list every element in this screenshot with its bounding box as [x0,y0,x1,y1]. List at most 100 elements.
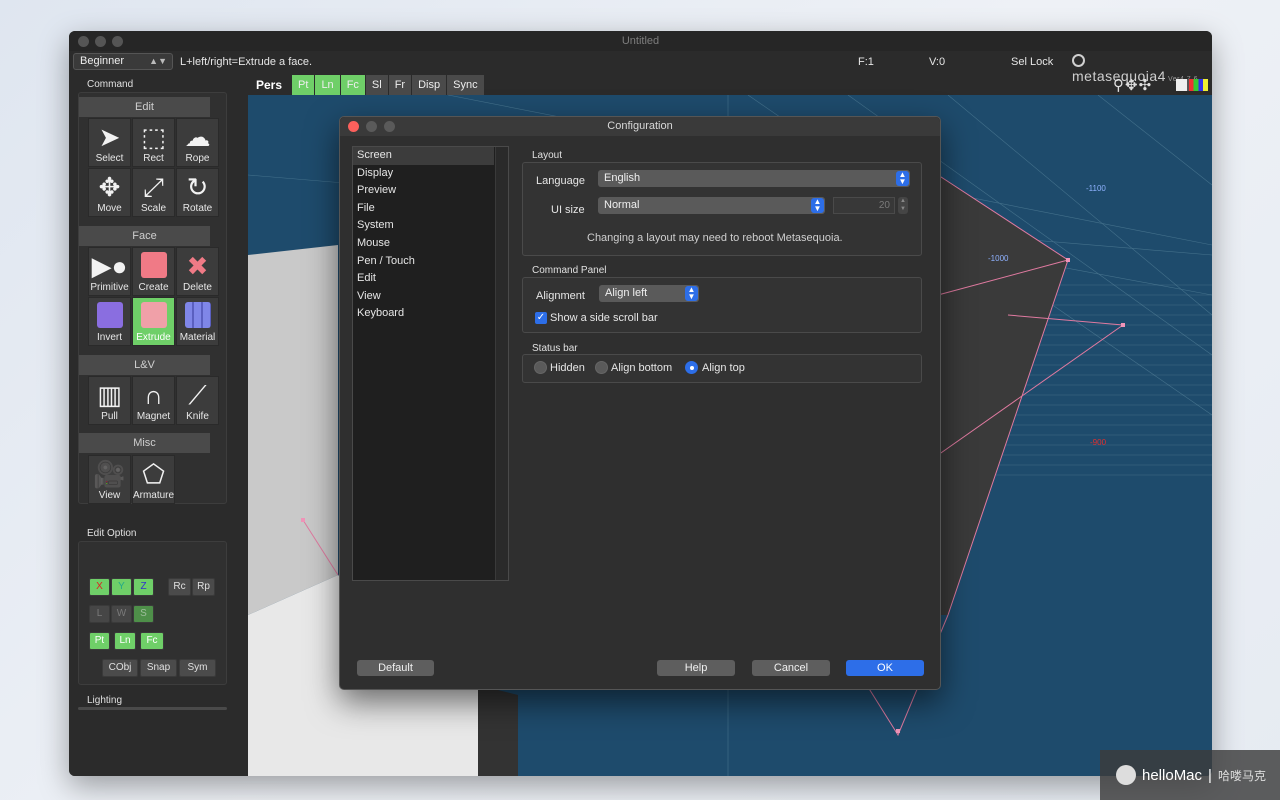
axis-y-toggle[interactable]: Y [111,578,132,596]
mode-select[interactable]: Beginner ▲▼ [73,53,173,70]
zoom-icon[interactable]: ⚲ [1113,77,1125,94]
create-face-icon [140,252,167,278]
ok-button[interactable]: OK [846,660,924,676]
tool-magnet[interactable]: ∩ Magnet [132,376,175,425]
minimize-window-button[interactable] [95,36,106,47]
tool-scale[interactable]: ⤢ Scale [132,168,175,217]
ui-size-number-field[interactable]: 20 [833,197,895,214]
tab-point[interactable]: Pt [292,75,315,95]
help-button[interactable]: Help [657,660,735,676]
side-scrollbar-checkbox[interactable]: ✓ [535,312,547,324]
tool-extrude[interactable]: Extrude [132,297,175,346]
dialog-close-button[interactable] [348,121,359,132]
tool-move[interactable]: ✥ Move [88,168,131,217]
view-tabs: Pers Pt Ln Fc Sl Fr Disp Sync [248,75,484,95]
vertex-count: V:0 [929,56,946,68]
tab-fr[interactable]: Fr [388,75,412,95]
tool-armature[interactable]: ⬠ Armature [132,455,175,504]
local-toggle[interactable]: L [89,605,110,623]
tool-material[interactable]: Material [176,297,219,346]
display-color-icon[interactable] [1176,79,1208,91]
tool-rect[interactable]: ⬚ Rect [132,118,175,167]
tab-line[interactable]: Ln [315,75,340,95]
rp-toggle[interactable]: Rp [192,578,215,596]
magnet-icon: ∩ [144,380,163,410]
grid-label-1100: -1100 [1086,184,1106,193]
face-toggle[interactable]: Fc [140,632,164,650]
default-button[interactable]: Default [357,660,434,676]
axis-x-toggle[interactable]: X [89,578,110,596]
category-list: Screen Display Preview File System Mouse… [352,146,509,581]
screen-toggle[interactable]: S [133,605,154,623]
tool-pull[interactable]: ▥ Pull [88,376,131,425]
camera-icon: 🎥 [93,459,126,489]
perspective-label[interactable]: Pers [256,78,282,92]
lighting-divider [78,707,227,710]
lighting-label[interactable]: Lighting [87,695,122,706]
dialog-title: Configuration [607,120,673,132]
language-select[interactable]: English ▲ ▼ [598,170,910,187]
dialog-titlebar: Configuration [340,117,940,136]
category-pen-touch[interactable]: Pen / Touch [353,253,508,271]
ui-size-label: UI size [551,204,585,216]
point-toggle[interactable]: Pt [89,632,110,650]
status-align-top-radio[interactable] [685,361,698,374]
command-panel: Command Edit ➤ Select ⬚ Rect ☁ Rope ✥ Move ⤢… [69,75,234,776]
zoom-window-button[interactable] [112,36,123,47]
category-screen[interactable]: Screen [353,147,494,165]
tool-rope[interactable]: ☁ Rope [176,118,219,167]
dialog-minimize-button[interactable] [366,121,377,132]
tool-invert[interactable]: Invert [88,297,131,346]
dialog-zoom-button[interactable] [384,121,395,132]
status-align-bottom-radio[interactable] [595,361,608,374]
tool-label: Magnet [136,411,171,422]
tool-label: Delete [183,282,212,293]
tool-select[interactable]: ➤ Select [88,118,131,167]
category-mouse[interactable]: Mouse [353,235,508,253]
tool-rotate[interactable]: ↻ Rotate [176,168,219,217]
ui-size-stepper[interactable]: ▲ ▼ [898,197,908,214]
tab-sl[interactable]: Sl [365,75,388,95]
rc-toggle[interactable]: Rc [168,578,191,596]
sym-toggle[interactable]: Sym [179,659,216,677]
category-system[interactable]: System [353,217,508,235]
category-scrollbar[interactable] [495,147,508,580]
pan-icon[interactable]: ✥ [1125,77,1139,94]
tab-disp[interactable]: Disp [412,75,447,95]
command-panel-section-label: Command Panel [532,265,607,276]
alignment-value: Align left [605,287,648,299]
tool-label: View [98,490,121,501]
cancel-button[interactable]: Cancel [752,660,830,676]
group-title-edit: Edit [79,97,210,117]
tab-sync[interactable]: Sync [447,75,484,95]
category-file[interactable]: File [353,200,508,218]
status-hidden-radio[interactable] [534,361,547,374]
tool-label: Armature [132,490,175,501]
sel-lock-button[interactable]: Sel Lock [1011,56,1053,68]
world-toggle[interactable]: W [111,605,132,623]
rotate-view-icon[interactable]: ✣ [1139,77,1153,94]
cobj-toggle[interactable]: CObj [102,659,138,677]
category-keyboard[interactable]: Keyboard [353,305,508,323]
tool-knife[interactable]: ⟋ Knife [176,376,219,425]
alignment-label: Alignment [536,290,585,302]
tool-label: Rope [185,153,210,164]
snap-toggle[interactable]: Snap [140,659,177,677]
tool-delete[interactable]: ✖ Delete [176,247,219,296]
category-view[interactable]: View [353,288,508,306]
alignment-select[interactable]: Align left ▲ ▼ [599,285,699,302]
category-preview[interactable]: Preview [353,182,508,200]
tool-view[interactable]: 🎥 View [88,455,131,504]
tab-face[interactable]: Fc [340,75,365,95]
line-toggle[interactable]: Ln [114,632,136,650]
mode-select-value: Beginner [80,55,125,67]
category-edit[interactable]: Edit [353,270,508,288]
tool-create[interactable]: Create [132,247,175,296]
tool-primitive[interactable]: ▶● Primitive [88,247,131,296]
category-display[interactable]: Display [353,165,508,183]
tool-label: Rotate [182,203,213,214]
ui-size-select[interactable]: Normal ▲ ▼ [598,197,825,214]
close-window-button[interactable] [78,36,89,47]
axis-z-toggle[interactable]: Z [133,578,154,596]
tool-label: Pull [101,411,118,422]
